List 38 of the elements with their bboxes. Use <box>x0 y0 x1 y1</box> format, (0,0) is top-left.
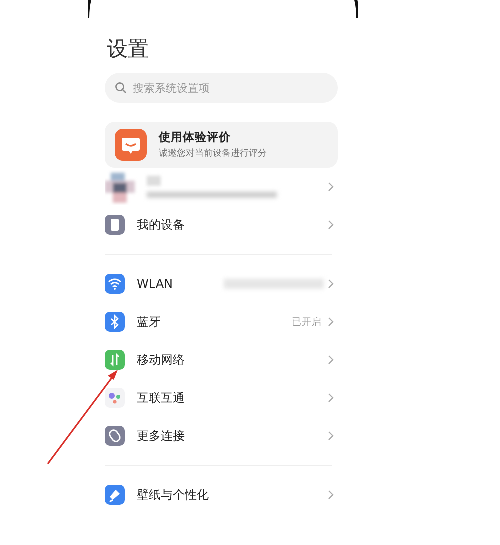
row-label: 我的设备 <box>137 216 185 234</box>
settings-row[interactable]: 互联互通 <box>105 379 338 417</box>
card-title: 使用体验评价 <box>159 130 232 145</box>
feedback-card[interactable]: 使用体验评价 诚邀您对当前设备进行评分 <box>105 122 338 168</box>
search-field[interactable]: 搜索系统设置项 <box>105 73 338 103</box>
settings-row[interactable]: 我的设备 <box>105 206 338 244</box>
row-icon <box>105 215 125 235</box>
row-icon <box>105 426 125 446</box>
row-icon <box>105 388 125 408</box>
chevron-icon <box>328 490 334 500</box>
row-label: 移动网络 <box>137 352 185 368</box>
chevron-icon <box>328 317 334 327</box>
row-icon <box>105 485 125 505</box>
settings-row[interactable]: WLAN <box>105 265 338 303</box>
row-icon <box>105 274 125 294</box>
row-label: 互联互通 <box>137 390 185 406</box>
chevron-icon <box>328 279 334 289</box>
chevron-icon <box>328 355 334 365</box>
row-icon <box>105 350 125 370</box>
settings-row[interactable]: 蓝牙 已开启 <box>105 303 338 341</box>
settings-row[interactable]: 移动网络 <box>105 341 338 379</box>
settings-row[interactable]: 更多连接 <box>105 417 338 455</box>
settings-row[interactable]: 壁纸与个性化 <box>105 476 338 514</box>
screen-corner-icon <box>88 0 358 18</box>
search-icon <box>115 82 127 94</box>
row-label: WLAN <box>137 277 174 291</box>
chevron-icon <box>328 220 334 230</box>
page-title: 设置 <box>107 36 150 63</box>
card-subtitle: 诚邀您对当前设备进行评分 <box>159 148 267 160</box>
chat-icon <box>115 129 147 161</box>
row-value: 已开启 <box>292 316 322 328</box>
row-label: 蓝牙 <box>137 314 161 330</box>
chevron-icon <box>328 393 334 403</box>
chevron-icon <box>328 431 334 441</box>
row-icon <box>105 312 125 332</box>
row-label: 更多连接 <box>137 428 185 444</box>
row-label: 壁纸与个性化 <box>137 486 209 504</box>
chevron-icon <box>328 182 334 192</box>
